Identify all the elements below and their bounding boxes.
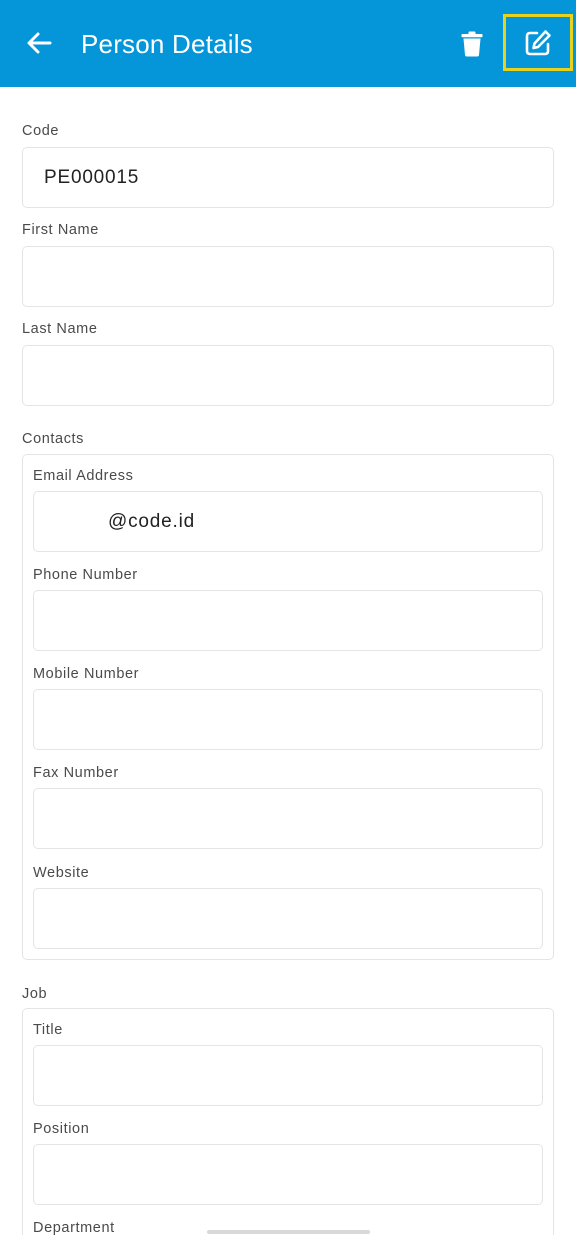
delete-button[interactable] — [452, 24, 492, 64]
back-button[interactable] — [20, 24, 58, 62]
code-label: Code — [22, 123, 60, 139]
website-field[interactable] — [33, 888, 543, 949]
mobile-field[interactable] — [33, 689, 543, 750]
last-name-field[interactable] — [22, 345, 554, 406]
phone-label: Phone Number — [33, 567, 138, 583]
position-label: Position — [33, 1121, 90, 1137]
code-field[interactable]: PE000015 — [22, 147, 554, 208]
arrow-left-icon — [27, 32, 52, 54]
position-field[interactable] — [33, 1144, 543, 1205]
edit-button[interactable] — [503, 14, 573, 71]
title-field[interactable] — [33, 1045, 543, 1106]
edit-icon — [525, 29, 551, 55]
first-name-field[interactable] — [22, 246, 554, 307]
last-name-label: Last Name — [22, 321, 98, 337]
title-label: Title — [33, 1022, 63, 1038]
app-bar: Person Details — [0, 0, 576, 87]
trash-icon — [461, 31, 483, 57]
first-name-label: First Name — [22, 222, 99, 238]
contacts-section-label: Contacts — [22, 431, 85, 447]
email-value: @code.id — [108, 510, 195, 532]
website-label: Website — [33, 865, 90, 881]
email-label: Email Address — [33, 468, 134, 484]
home-indicator — [207, 1230, 370, 1234]
code-value: PE000015 — [44, 166, 140, 188]
fax-label: Fax Number — [33, 765, 119, 781]
phone-field[interactable] — [33, 590, 543, 651]
job-section-label: Job — [22, 986, 48, 1002]
page-title: Person Details — [81, 29, 253, 59]
email-field[interactable]: @code.id — [33, 491, 543, 552]
department-label: Department — [33, 1220, 115, 1235]
fax-field[interactable] — [33, 788, 543, 849]
mobile-label: Mobile Number — [33, 666, 140, 682]
